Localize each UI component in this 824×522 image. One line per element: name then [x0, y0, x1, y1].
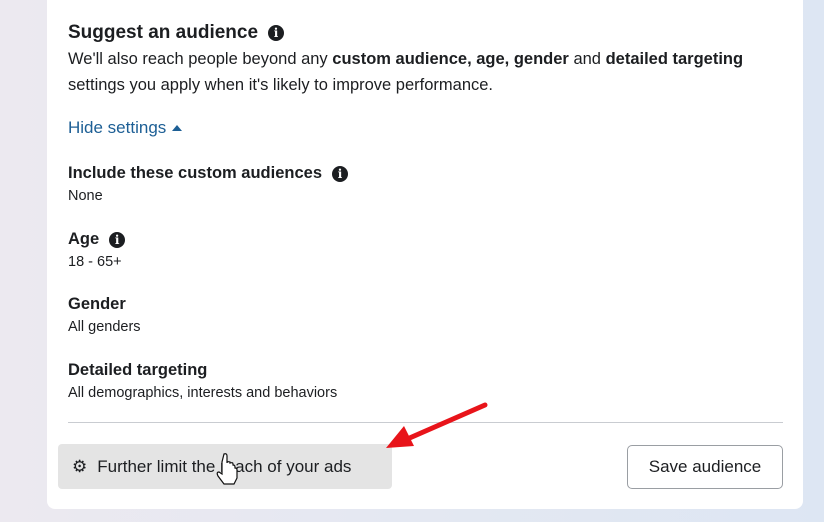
setting-label: Age: [68, 230, 100, 248]
setting-age-value: 18 - 65+: [68, 254, 122, 270]
caret-up-icon: [172, 125, 183, 131]
desc-text: and: [568, 50, 606, 68]
audience-card: Suggest an audience i We'll also reach p…: [47, 0, 803, 509]
setting-detailed-targeting-label: Detailed targeting: [68, 361, 207, 380]
setting-custom-audiences-label: Include these custom audiences i: [68, 164, 348, 183]
desc-bold: detailed targeting: [605, 50, 744, 68]
desc-bold: custom audience, age, gender: [332, 50, 569, 68]
setting-age-label: Age i: [68, 230, 126, 249]
further-limit-reach-button[interactable]: ⚙ Further limit the reach of your ads: [58, 444, 392, 489]
info-icon[interactable]: i: [268, 25, 285, 41]
gear-icon: ⚙: [72, 456, 88, 476]
setting-detailed-targeting-value: All demographics, interests and behavior…: [68, 385, 338, 401]
setting-label: Include these custom audiences: [68, 164, 322, 182]
setting-gender-label: Gender: [68, 295, 126, 314]
setting-label: Gender: [68, 295, 126, 313]
setting-label: Detailed targeting: [68, 361, 208, 379]
setting-custom-audiences-value: None: [68, 188, 103, 204]
setting-gender-value: All genders: [68, 319, 141, 335]
desc-text: We'll also reach people beyond any: [68, 50, 333, 68]
further-limit-reach-label: Further limit the reach of your ads: [97, 456, 352, 476]
section-title-text: Suggest an audience: [68, 22, 259, 43]
save-audience-button[interactable]: Save audience: [627, 445, 783, 489]
section-description: We'll also reach people beyond any custo…: [68, 46, 788, 98]
section-title: Suggest an audience i: [68, 22, 285, 44]
hide-settings-label: Hide settings: [68, 118, 167, 137]
info-icon[interactable]: i: [332, 165, 348, 182]
desc-text: settings you apply when it's likely to i…: [68, 76, 494, 94]
info-icon[interactable]: i: [109, 231, 126, 248]
hide-settings-link[interactable]: Hide settings: [68, 118, 183, 138]
divider: [68, 422, 783, 423]
